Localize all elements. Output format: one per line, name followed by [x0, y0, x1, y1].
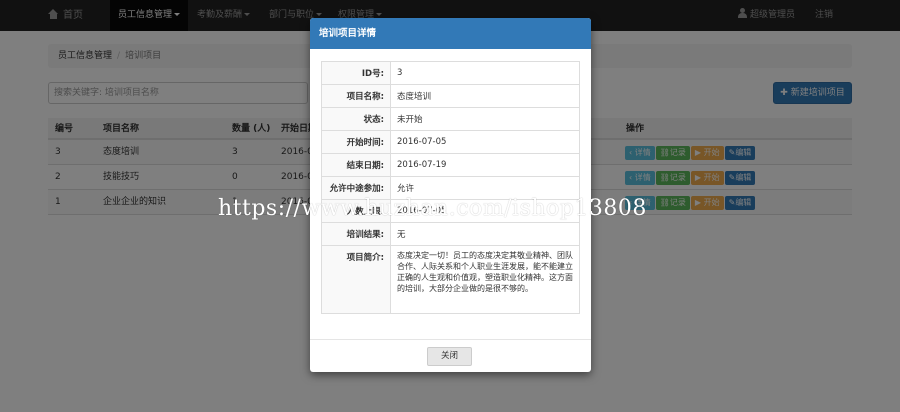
detail-row: 培训结果: 无	[321, 222, 580, 246]
close-button[interactable]: 关闭	[427, 347, 472, 366]
detail-value: 态度培训	[390, 84, 580, 108]
detail-label: 项目名称:	[321, 84, 391, 108]
detail-row: 项目名称: 态度培训	[321, 84, 580, 108]
detail-value: 3	[390, 61, 580, 85]
modal-footer: 关闭	[310, 339, 591, 372]
detail-row: ID号: 3	[321, 61, 580, 85]
detail-label: ID号:	[321, 61, 391, 85]
training-detail-modal: 培训项目详情 ID号: 3 项目名称: 态度培训 状态: 未开始 开始时间: 2…	[310, 18, 591, 372]
detail-value: 未开始	[390, 107, 580, 131]
detail-row: 状态: 未开始	[321, 107, 580, 131]
detail-value: 态度决定一切！员工的态度决定其敬业精神、团队合作、人际关系和个人职业生涯发展，能…	[390, 245, 580, 314]
detail-label: 状态:	[321, 107, 391, 131]
detail-value: 2016-07-19	[390, 153, 580, 177]
detail-value: 无	[390, 222, 580, 246]
detail-label: 结束日期:	[321, 153, 391, 177]
detail-row: 开始时间: 2016-07-05	[321, 130, 580, 154]
detail-row: 项目简介: 态度决定一切！员工的态度决定其敬业精神、团队合作、人际关系和个人职业…	[321, 245, 580, 314]
detail-table: ID号: 3 项目名称: 态度培训 状态: 未开始 开始时间: 2016-07-…	[321, 61, 580, 314]
detail-label: 开始时间:	[321, 130, 391, 154]
detail-label: 培训结果:	[321, 222, 391, 246]
detail-label: 项目简介:	[321, 245, 391, 314]
modal-title: 培训项目详情	[310, 18, 591, 49]
detail-value: 2016-07-05	[390, 130, 580, 154]
watermark-text: https://www.huzhan.com/ishop13808	[218, 196, 647, 221]
detail-row: 结束日期: 2016-07-19	[321, 153, 580, 177]
